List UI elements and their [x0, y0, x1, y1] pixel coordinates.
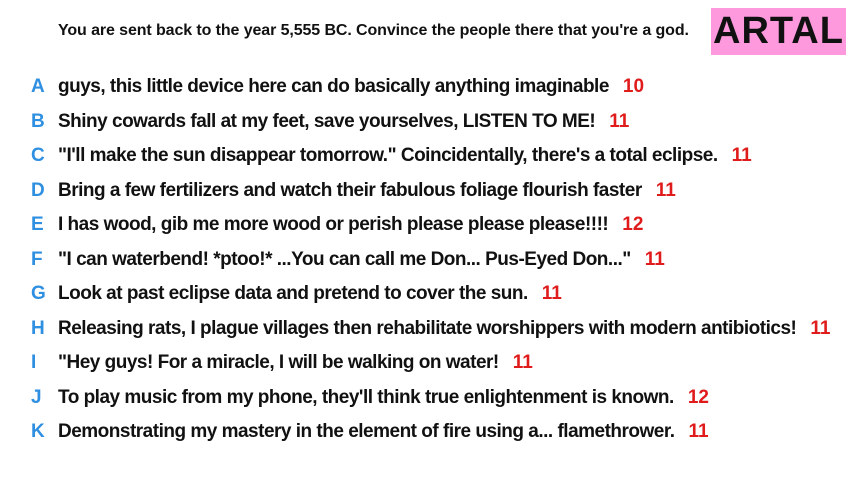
answer-letter: H: [31, 317, 45, 339]
answer-row-h: H Releasing rats, I plague villages then…: [0, 312, 853, 347]
answer-score: 12: [687, 386, 709, 408]
answer-letter: D: [31, 179, 45, 201]
answer-row-f: F "I can waterbend! *ptoo!* ...You can c…: [0, 243, 853, 278]
answer-list: A guys, this little device here can do b…: [0, 70, 853, 450]
answer-score: 11: [688, 421, 709, 443]
answer-row-g: G Look at past eclipse data and pretend …: [0, 277, 853, 312]
answer-row-e: E I has wood, gib me more wood or perish…: [0, 208, 853, 243]
answer-text: To play music from my phone, they'll thi…: [58, 386, 674, 408]
answer-text: I has wood, gib me more wood or perish p…: [58, 214, 609, 236]
prompt-text: You are sent back to the year 5,555 BC. …: [58, 22, 689, 39]
answer-score: 11: [655, 179, 676, 201]
answer-text: Releasing rats, I plague villages then r…: [58, 317, 797, 339]
answer-letter: J: [31, 386, 42, 408]
answer-text: Shiny cowards fall at my feet, save your…: [58, 110, 596, 132]
answer-text: Look at past eclipse data and pretend to…: [58, 283, 528, 305]
answer-score: 11: [541, 283, 562, 305]
answer-letter: F: [31, 248, 43, 270]
answer-letter: G: [31, 283, 46, 305]
answer-row-a: A guys, this little device here can do b…: [0, 70, 853, 105]
answer-row-c: C "I'll make the sun disappear tomorrow.…: [0, 139, 853, 174]
answer-score: 11: [512, 352, 533, 374]
answer-text: "I'll make the sun disappear tomorrow." …: [58, 145, 718, 167]
answer-row-d: D Bring a few fertilizers and watch thei…: [0, 174, 853, 209]
answer-letter: C: [31, 145, 45, 167]
answer-text: "Hey guys! For a miracle, I will be walk…: [58, 352, 499, 374]
answer-row-b: B Shiny cowards fall at my feet, save yo…: [0, 105, 853, 140]
answer-score: 10: [622, 76, 645, 98]
answer-letter: B: [31, 110, 45, 132]
answer-letter: A: [31, 76, 45, 98]
answer-letter: K: [31, 421, 45, 443]
answer-text: Demonstrating my mastery in the element …: [58, 421, 675, 443]
answer-text: guys, this little device here can do bas…: [58, 76, 609, 98]
answer-letter: I: [31, 352, 37, 374]
answer-score: 11: [609, 110, 630, 132]
answer-text: Bring a few fertilizers and watch their …: [58, 179, 642, 201]
answer-text: "I can waterbend! *ptoo!* ...You can cal…: [58, 248, 631, 270]
answer-score: 11: [810, 317, 831, 339]
answer-row-k: K Demonstrating my mastery in the elemen…: [0, 415, 853, 450]
answer-score: 11: [731, 145, 752, 167]
answer-row-j: J To play music from my phone, they'll t…: [0, 381, 853, 416]
answer-letter: E: [31, 214, 44, 236]
answer-row-i: I "Hey guys! For a miracle, I will be wa…: [0, 346, 853, 381]
answer-score: 12: [622, 214, 644, 236]
author-badge: ARTAL: [711, 8, 846, 55]
answer-score: 11: [644, 248, 665, 270]
